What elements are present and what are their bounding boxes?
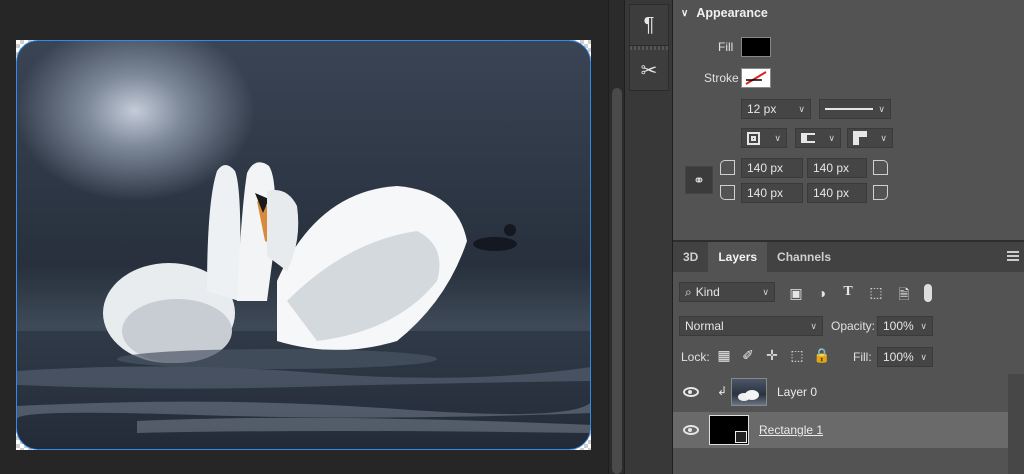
tab-3d[interactable]: 3D [673, 242, 708, 272]
blend-mode-value: Normal [685, 319, 724, 333]
panel-tabs: 3D Layers Channels [673, 242, 1024, 272]
search-icon: ⌕ [685, 284, 692, 299]
stroke-align-dropdown[interactable]: ∨ [741, 128, 787, 148]
chevron-down-icon: ∨ [798, 103, 805, 114]
lock-all-icon[interactable]: 🔒 [813, 347, 831, 364]
filter-kind-value: Kind [695, 285, 720, 299]
chevron-down-icon: ∨ [920, 351, 927, 362]
chevron-down-icon: ∨ [878, 103, 885, 114]
chevron-down-icon: ∨ [920, 320, 927, 331]
fill-label: Fill [718, 40, 734, 54]
stroke-label: Stroke [704, 71, 739, 85]
eye-icon[interactable] [683, 387, 699, 397]
chevron-down-icon: ∨ [880, 132, 887, 143]
smart-object-filter-icon[interactable]: 🗎 [895, 284, 913, 308]
corner-bottom-right-icon [873, 185, 888, 200]
appearance-title: Appearance [696, 6, 768, 20]
layers-panel: 3D Layers Channels ⌕ Kind ∨ ▣ ◑ T ⬚ 🗎 No… [673, 240, 1024, 474]
corner-top-right-radius[interactable]: 140 px [807, 158, 867, 178]
swan-photo-clipped-to-rounded-rectangle[interactable] [16, 40, 591, 450]
opacity-field[interactable]: 100% ∨ [877, 316, 933, 336]
layer-name[interactable]: Rectangle 1 [759, 423, 823, 437]
paragraph-panel-group: ¶ [629, 4, 669, 52]
stroke-size-dropdown[interactable]: 12 px ∨ [741, 99, 811, 119]
opacity-label: Opacity: [831, 319, 876, 333]
opacity-value: 100% [883, 319, 914, 333]
shape-layer-filter-icon[interactable]: ⬚ [867, 284, 885, 301]
fill-value: 100% [883, 350, 914, 364]
pixel-layer-filter-icon[interactable]: ▣ [787, 285, 805, 302]
lock-transparent-pixels-icon[interactable]: ▦ [715, 347, 733, 364]
lock-position-icon[interactable]: ✛ [763, 347, 781, 364]
layer-row[interactable]: ↲ Layer 0 [673, 374, 1008, 410]
corner-top-left-icon [720, 160, 735, 175]
layer-thumbnail [709, 415, 749, 445]
clipping-arrow-icon: ↲ [717, 384, 728, 398]
canvas-scrollbar[interactable] [608, 0, 624, 474]
fill-swatch[interactable] [741, 37, 771, 57]
stroke-caps-dropdown[interactable]: ∨ [795, 128, 841, 148]
corner-top-left-radius[interactable]: 140 px [741, 158, 803, 178]
fill-opacity-field[interactable]: 100% ∨ [877, 347, 933, 367]
layer-name[interactable]: Layer 0 [777, 385, 817, 399]
layers-scrollbar[interactable] [1008, 374, 1024, 474]
lock-label: Lock: [681, 350, 710, 364]
swan-thumbnail-icon [738, 390, 759, 401]
tab-layers[interactable]: Layers [708, 242, 768, 272]
blend-mode-dropdown[interactable]: Normal ∨ [679, 316, 823, 336]
layer-row-selected[interactable]: Rectangle 1 [673, 412, 1008, 448]
stroke-corners-dropdown[interactable]: ∨ [847, 128, 893, 148]
chevron-down-icon: ∨ [810, 320, 817, 331]
appearance-header[interactable]: ∨ Appearance [681, 6, 768, 20]
stroke-size-value: 12 px [747, 102, 777, 116]
eye-icon[interactable] [683, 425, 699, 435]
stroke-type-dropdown[interactable]: ∨ [819, 99, 891, 119]
stroke-corners-icon [853, 131, 867, 145]
adjustment-layer-filter-icon[interactable]: ◑ [813, 285, 831, 301]
scrollbar-thumb[interactable] [612, 88, 622, 474]
filter-toggle[interactable] [924, 284, 932, 302]
tool-presets-group: ✂ [629, 50, 669, 91]
stroke-swatch-none[interactable] [741, 68, 771, 88]
corner-bottom-left-radius[interactable]: 140 px [741, 183, 803, 203]
lock-image-pixels-icon[interactable]: ✐ [739, 347, 757, 364]
layer-filter-dropdown[interactable]: ⌕ Kind ∨ [679, 282, 775, 302]
chevron-down-icon: ∨ [762, 286, 769, 297]
panel-menu-icon[interactable] [1007, 251, 1019, 261]
chevron-down-icon: ∨ [774, 132, 781, 143]
paragraph-icon[interactable]: ¶ [630, 5, 668, 45]
type-layer-filter-icon[interactable]: T [839, 284, 857, 300]
document-canvas[interactable] [0, 0, 608, 474]
corner-top-right-icon [873, 160, 888, 175]
properties-panel: ∨ Appearance Fill Stroke 12 px ∨ ∨ ∨ ∨ ∨… [673, 0, 1024, 238]
collapsed-panel-strip: ¶ ✂ [624, 0, 672, 474]
chevron-down-icon: ∨ [828, 132, 835, 143]
no-color-slash-icon [745, 71, 767, 85]
lock-artboard-icon[interactable]: ⬚ [788, 347, 806, 364]
link-corner-radii-icon[interactable]: ⚭ [685, 166, 713, 194]
swan-illustration [17, 162, 590, 449]
right-panel: ∨ Appearance Fill Stroke 12 px ∨ ∨ ∨ ∨ ∨… [672, 0, 1024, 474]
shape-badge-icon [735, 431, 747, 443]
fill-label: Fill: [853, 350, 872, 364]
chevron-down-icon[interactable]: ∨ [681, 8, 688, 19]
tab-channels[interactable]: Channels [767, 242, 841, 272]
layer-thumbnail [731, 378, 767, 406]
stroke-align-icon [747, 131, 760, 145]
stroke-caps-icon [801, 133, 815, 143]
artboard[interactable] [16, 40, 591, 450]
corner-bottom-right-radius[interactable]: 140 px [807, 183, 867, 203]
photoshop-window: ¶ ✂ ∨ Appearance Fill Stroke 12 px ∨ ∨ ∨… [0, 0, 1024, 474]
corner-bottom-left-icon [720, 185, 735, 200]
scissors-icon[interactable]: ✂ [630, 50, 668, 90]
solid-line-icon [825, 108, 873, 110]
